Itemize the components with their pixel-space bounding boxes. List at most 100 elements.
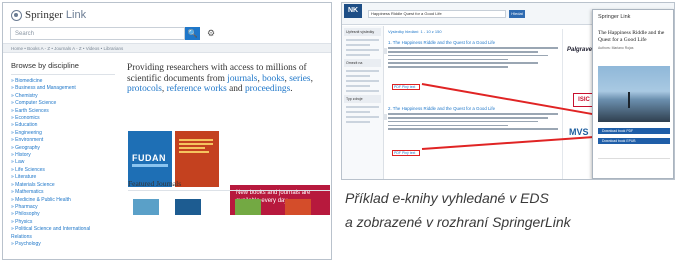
book-cover-line (179, 139, 213, 141)
book-cover-image (598, 66, 670, 122)
logo-text-springer: Springer (25, 9, 63, 21)
eds-search-button[interactable]: Hledat (509, 10, 525, 18)
series-link[interactable]: series (289, 74, 310, 84)
page-root: Springer Link Search 🔍 ⚙ Home • Books A … (0, 0, 678, 262)
ebook-icon (383, 114, 387, 120)
book-cover-line (179, 147, 205, 149)
book-cover-line (179, 151, 209, 153)
discipline-link[interactable]: Relations (11, 234, 115, 241)
discipline-link[interactable]: » Medicine & Public Health (11, 197, 115, 204)
book-cover-conference[interactable] (175, 131, 219, 187)
discipline-panel: Browse by discipline » Biomedicine» Busi… (11, 61, 115, 248)
discipline-link[interactable]: » History (11, 152, 115, 159)
caption-line-2: a zobrazené v rozhraní SpringerLink (345, 214, 571, 230)
result-meta (388, 128, 558, 130)
result-meta (388, 54, 548, 57)
result-title[interactable]: 1. The Happiness Riddle and the Quest fo… (388, 40, 578, 45)
protocols-link[interactable]: protocols (127, 84, 162, 94)
discipline-link[interactable]: » Engineering (11, 130, 115, 137)
discipline-link[interactable]: » Political Science and International (11, 226, 115, 233)
discipline-link[interactable]: » Psychology (11, 241, 115, 248)
ebook-icon (383, 48, 387, 54)
discipline-link[interactable]: » Literature (11, 174, 115, 181)
discipline-link[interactable]: » Chemistry (11, 93, 115, 100)
sidebar-row[interactable] (346, 80, 379, 82)
journal-cover[interactable] (285, 199, 311, 215)
browse-title: Browse by discipline (11, 61, 115, 75)
discipline-link[interactable]: » Earth Sciences (11, 108, 115, 115)
search-input[interactable]: Search (10, 27, 185, 40)
sidebar-row[interactable] (346, 49, 379, 51)
springer-horse-icon (11, 9, 22, 21)
download-epub-button[interactable]: Download book EPUB (598, 138, 670, 144)
result-meta (388, 62, 538, 64)
search-icon: 🔍 (187, 29, 198, 38)
discipline-link[interactable]: » Mathematics (11, 189, 115, 196)
discipline-link[interactable]: » Pharmacy (11, 204, 115, 211)
eds-results: Výsledky hledání: 1 - 10 z 150 1. The Ha… (383, 29, 578, 166)
discipline-link[interactable]: » Law (11, 159, 115, 166)
result-meta (388, 124, 508, 127)
pdf-fulltext-link[interactable]: PDF Plný text (392, 84, 420, 90)
popup-footer (598, 158, 670, 172)
result-meta (388, 120, 538, 123)
hero-end: . (290, 84, 293, 95)
pdf-fulltext-link[interactable]: PDF Plný text (392, 150, 420, 156)
sidebar-header[interactable]: Upřesnit výsledky (344, 28, 381, 36)
discipline-link[interactable]: » Life Sciences (11, 167, 115, 174)
proceedings-link[interactable]: proceedings (245, 84, 290, 94)
result-meta (388, 66, 508, 68)
sidebar-row[interactable] (346, 106, 379, 108)
discipline-link[interactable]: » Environment (11, 137, 115, 144)
discipline-link[interactable]: » Biomedicine (11, 78, 115, 85)
springerlink-screenshot: Springer Link Search 🔍 ⚙ Home • Books A … (2, 2, 332, 260)
result-meta (388, 51, 538, 53)
books-link[interactable]: books (262, 74, 284, 84)
nk-logo[interactable]: NK (344, 4, 362, 18)
reference-works-link[interactable]: reference works (167, 84, 227, 94)
result-meta (388, 117, 548, 119)
sidebar-row[interactable] (346, 111, 370, 113)
sidebar-row[interactable] (346, 75, 370, 77)
sidebar-header[interactable]: Omezit na (344, 59, 381, 67)
book-cover-title: FUDAN (132, 153, 166, 163)
hero-sep: and (226, 84, 245, 95)
springerlink-logo[interactable]: Springer Link (11, 7, 86, 23)
popup-meta: Authors: Mariano Rojas (598, 46, 634, 50)
sidebar-row[interactable] (346, 90, 379, 92)
download-pdf-button[interactable]: Download book PDF (598, 128, 670, 134)
discipline-link[interactable]: » Business and Management (11, 85, 115, 92)
divider (128, 190, 330, 191)
logo-text-link: Link (65, 9, 87, 21)
discipline-link[interactable]: » Philosophy (11, 211, 115, 218)
sidebar-row[interactable] (346, 54, 370, 56)
eds-screenshot: NK Happiness Riddle Quest for a Good Lif… (341, 2, 675, 180)
journal-cover[interactable] (133, 199, 159, 215)
breadcrumb[interactable]: Home • Books A - Z • Journals A - Z • Vi… (3, 43, 331, 53)
sidebar-row[interactable] (346, 116, 379, 118)
discipline-link[interactable]: » Education (11, 122, 115, 129)
journal-cover[interactable] (235, 199, 261, 215)
sidebar-row[interactable] (346, 85, 370, 87)
discipline-link[interactable]: » Economics (11, 115, 115, 122)
sidebar-row[interactable] (346, 39, 379, 41)
eds-search-input[interactable]: Happiness Riddle Quest for a Good Life (368, 10, 506, 18)
journals-link[interactable]: journals (227, 74, 257, 84)
journal-cover[interactable] (175, 199, 201, 215)
popup-logo: Springer Link (598, 14, 631, 20)
discipline-link[interactable]: » Materials Science (11, 182, 115, 189)
popup-title: The Happiness Riddle and the Quest for a… (598, 30, 665, 43)
sidebar-row[interactable] (346, 70, 379, 72)
result-meta (388, 113, 558, 115)
search-button[interactable]: 🔍 (185, 27, 200, 40)
discipline-link[interactable]: » Computer Science (11, 100, 115, 107)
discipline-link[interactable]: » Physics (11, 219, 115, 226)
featured-journals-heading: Featured Journals (128, 179, 182, 188)
sidebar-header[interactable]: Typ zdroje (344, 95, 381, 103)
discipline-link[interactable]: » Geography (11, 145, 115, 152)
result-meta (388, 47, 558, 49)
sidebar-row[interactable] (346, 44, 370, 46)
gear-icon[interactable]: ⚙ (207, 27, 215, 40)
result-item: 1. The Happiness Riddle and the Quest fo… (383, 40, 578, 100)
sidebar-row[interactable] (346, 121, 370, 123)
